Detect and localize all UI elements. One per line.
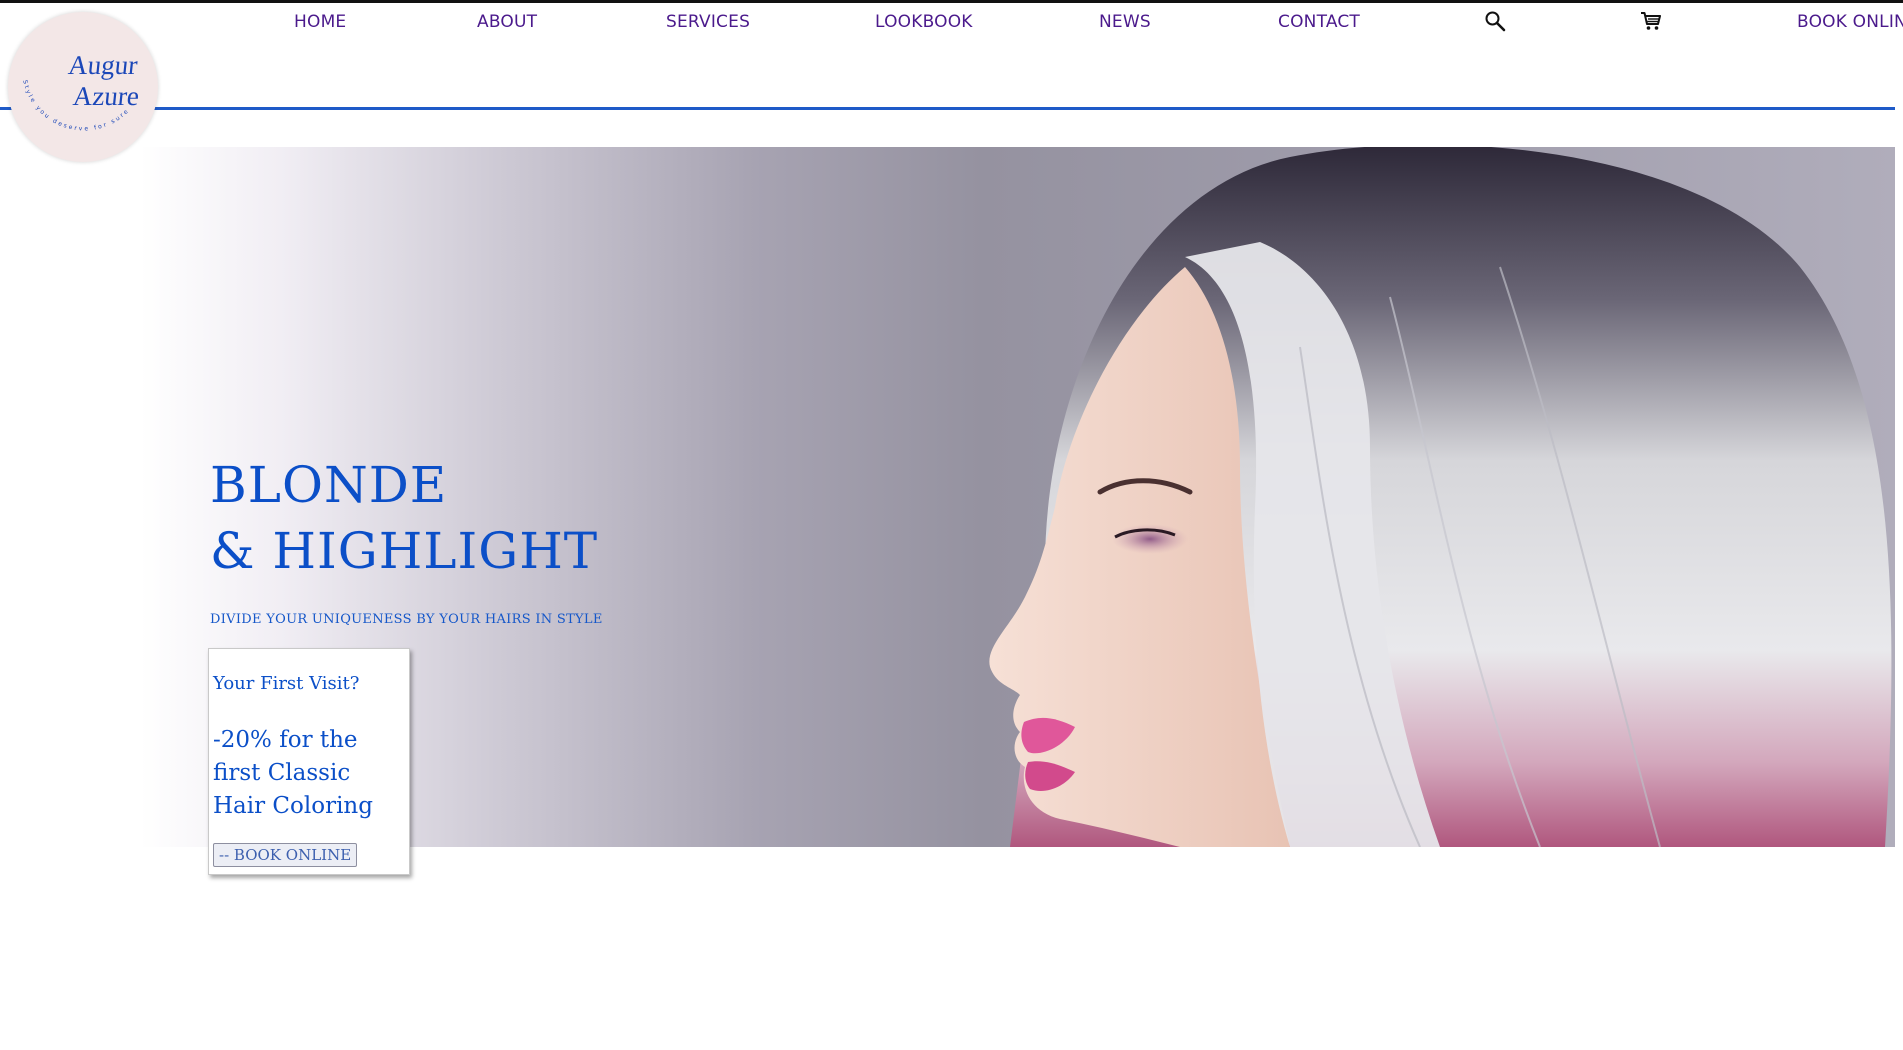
logo-name-line1: Augur [67, 50, 139, 80]
hero-title-line1: BLONDE [210, 456, 448, 514]
nav-news[interactable]: NEWS [1099, 12, 1151, 32]
nav-services[interactable]: SERVICES [666, 12, 750, 32]
logo-name-line2: Azure [72, 81, 141, 111]
hero-title-line2: & HIGHLIGHT [210, 522, 599, 580]
promo-offer: -20% for the first Classic Hair Coloring [213, 727, 373, 819]
cart-icon[interactable] [1640, 10, 1662, 32]
hero-title: BLONDE & HIGHLIGHT [210, 452, 598, 584]
promo-question: Your First Visit? [213, 673, 360, 694]
logo[interactable]: Augur Azure Style you deserve for sure [8, 12, 158, 162]
header-divider [0, 107, 1895, 110]
logo-badge: Augur Azure Style you deserve for sure [21, 50, 141, 132]
nav-home[interactable]: HOME [294, 12, 346, 32]
hero-subtitle: DIVIDE YOUR UNIQUENESS BY YOUR HAIRS IN … [210, 612, 603, 627]
promo-book-online-button[interactable]: -- BOOK ONLINE [213, 843, 358, 867]
nav-book-online[interactable]: BOOK ONLINE [1797, 12, 1903, 32]
nav-contact[interactable]: CONTACT [1278, 12, 1360, 32]
first-visit-promo-card: Your First Visit? -20% for the first Cla… [208, 648, 410, 875]
nav-lookbook[interactable]: LOOKBOOK [875, 12, 973, 32]
search-icon[interactable] [1484, 10, 1506, 32]
main-navigation: HOME ABOUT SERVICES LOOKBOOK NEWS CONTAC… [0, 0, 1903, 44]
nav-about[interactable]: ABOUT [477, 12, 537, 32]
